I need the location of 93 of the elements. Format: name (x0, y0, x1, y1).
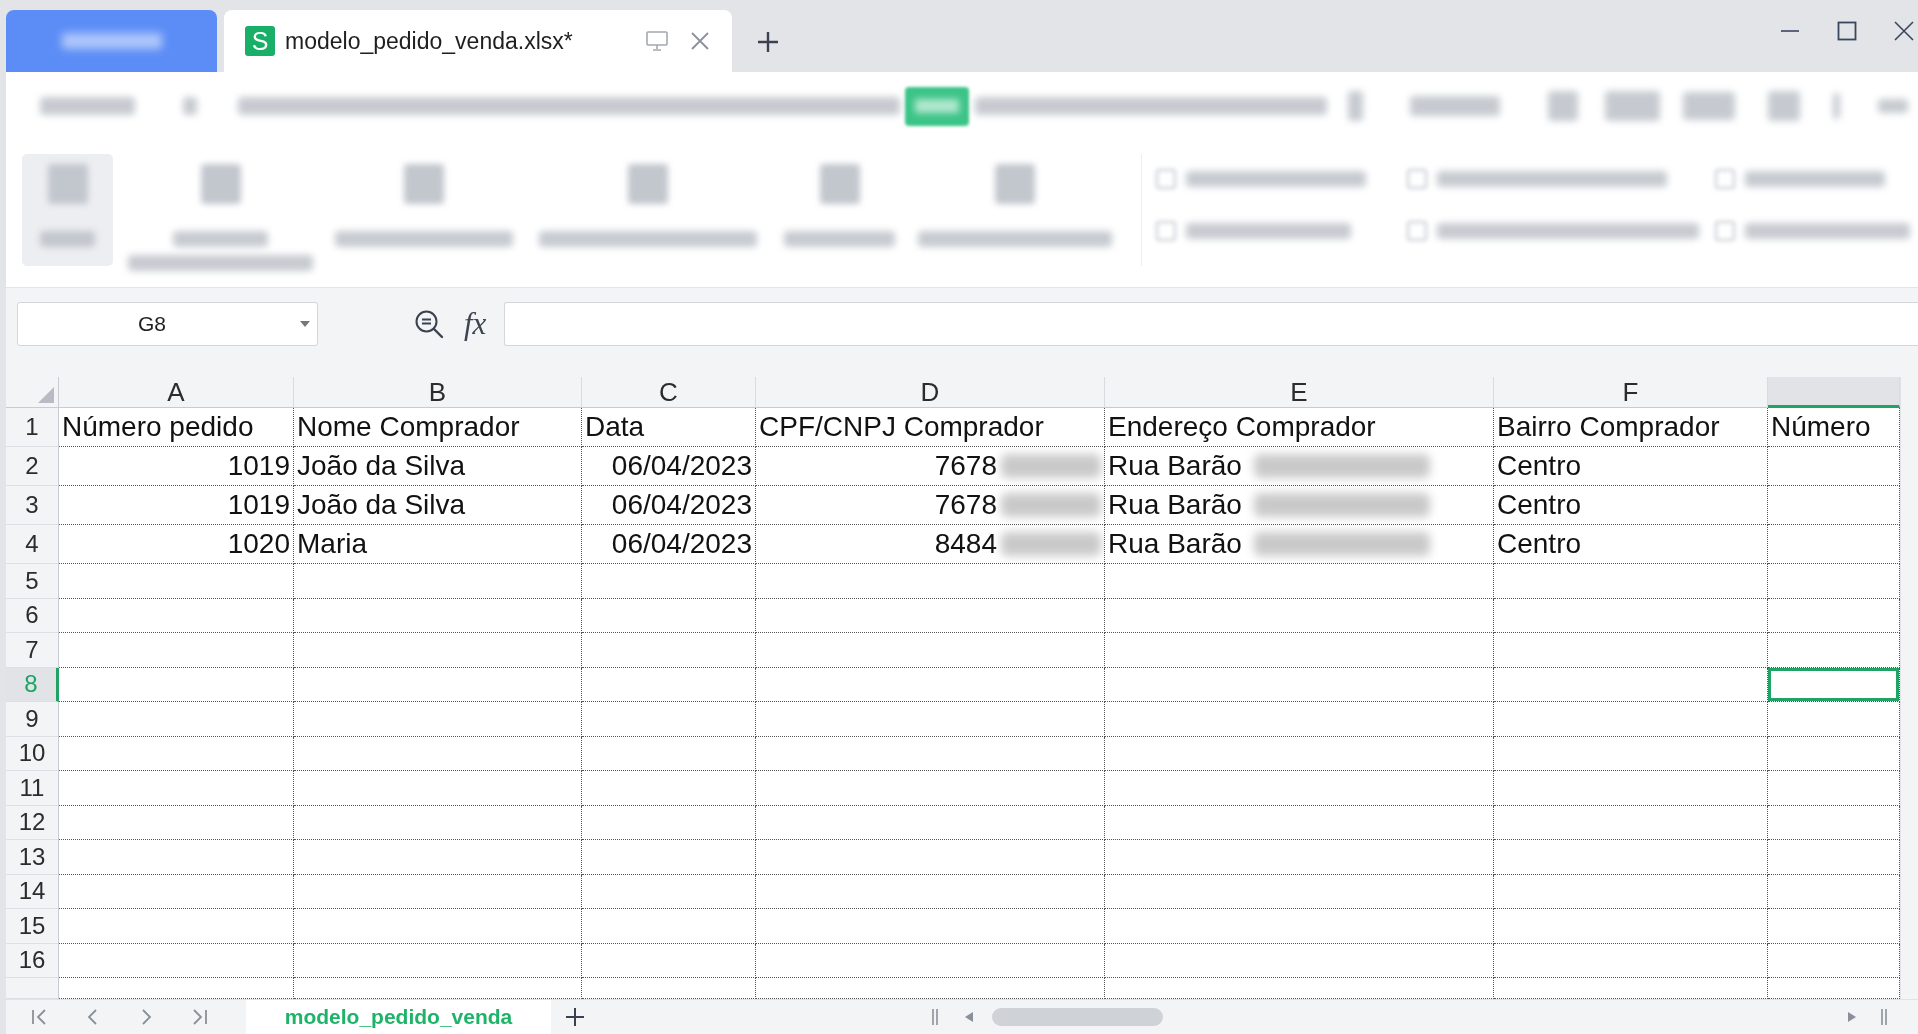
row-header[interactable]: 11 (6, 771, 59, 806)
splitter-icon[interactable] (1879, 1008, 1889, 1026)
table-cell: 1020 (59, 525, 294, 564)
blurred-tab[interactable] (905, 86, 969, 126)
triangle-right-icon[interactable] (1848, 1012, 1856, 1022)
row-header[interactable]: 5 (6, 564, 59, 599)
blurred-icon (1407, 169, 1427, 189)
blurred-icon (1768, 91, 1800, 121)
blurred-icon (1683, 92, 1735, 120)
column-header[interactable]: A (59, 377, 294, 408)
close-icon[interactable] (690, 31, 710, 51)
plus-icon[interactable] (757, 31, 779, 53)
blurred-icon (1548, 91, 1578, 121)
blurred-icon (628, 164, 668, 204)
table-cell: Centro (1494, 525, 1768, 564)
table-cell: Maria (294, 525, 582, 564)
row-header[interactable]: 4 (6, 525, 59, 564)
select-all-icon[interactable] (38, 387, 54, 403)
table-cell: 1019 (59, 486, 294, 525)
row-header[interactable]: 2 (6, 447, 59, 486)
table-cell: 06/04/2023 (582, 486, 756, 525)
table-cell: João da Silva (294, 486, 582, 525)
blurred-icon (1715, 169, 1735, 189)
splitter-icon[interactable] (930, 1008, 940, 1026)
blurred-icon (200, 164, 241, 204)
blurred-icon (1715, 221, 1735, 241)
triangle-left-icon[interactable] (965, 1012, 973, 1022)
row-header[interactable]: 13 (6, 840, 59, 875)
cell-text: 7678 (934, 450, 997, 482)
cell-text: 7678 (934, 489, 997, 521)
blurred-icon (47, 164, 88, 204)
row-header[interactable]: 1 (6, 408, 59, 447)
blurred-icon (1348, 91, 1363, 121)
table-cell: 06/04/2023 (582, 525, 756, 564)
column-header[interactable] (1768, 377, 1900, 408)
tab-title: modelo_pedido_venda.xlsx* (285, 27, 574, 55)
name-box[interactable]: G8 (17, 302, 318, 346)
cell-text: Rua Barão (1108, 489, 1242, 521)
table-cell: Bairro Comprador (1494, 408, 1768, 447)
table-cell: Centro (1494, 486, 1768, 525)
caret-icon[interactable] (300, 321, 310, 327)
blurred-icon (995, 164, 1035, 204)
cell-text: 8484 (934, 528, 997, 560)
column-header[interactable]: D (756, 377, 1105, 408)
row-header[interactable]: 3 (6, 486, 59, 525)
table-cell: Centro (1494, 447, 1768, 486)
table-cell: Endereço Comprador (1105, 408, 1494, 447)
row-header[interactable]: 10 (6, 736, 59, 771)
table-cell: Nome Comprador (294, 408, 582, 447)
blurred-icon (404, 164, 444, 204)
monitor-icon[interactable] (646, 31, 668, 51)
table-cell: CPF/CNPJ Comprador (756, 408, 1105, 447)
scrollbar-thumb[interactable] (992, 1008, 1163, 1026)
table-cell: Número pedido (59, 408, 294, 447)
row-header[interactable]: 16 (6, 943, 59, 978)
blurred-icon (1407, 221, 1427, 241)
row-header[interactable]: 15 (6, 909, 59, 944)
table-cell: João da Silva (294, 447, 582, 486)
blurred-icon (1833, 93, 1840, 119)
spreadsheet-icon: S (245, 26, 275, 56)
blurred-icon (1156, 169, 1176, 189)
column-header[interactable]: B (294, 377, 582, 408)
document-tab[interactable]: S modelo_pedido_venda.xlsx* (224, 10, 732, 72)
column-header[interactable]: F (1494, 377, 1768, 408)
table-cell: 06/04/2023 (582, 447, 756, 486)
column-header[interactable]: E (1105, 377, 1494, 408)
row-header[interactable]: 12 (6, 805, 59, 840)
close-icon[interactable] (1894, 21, 1914, 41)
blurred-ribbon-button[interactable] (22, 154, 113, 266)
blurred-icon (1156, 221, 1176, 241)
blurred-icon (819, 164, 860, 204)
blurred-icon (183, 97, 197, 115)
row-header[interactable]: 7 (6, 633, 59, 668)
row-header[interactable]: 9 (6, 702, 59, 737)
skip-left-icon[interactable] (31, 1008, 49, 1026)
table-cell: Data (582, 408, 756, 447)
cell-text: Rua Barão (1108, 528, 1242, 560)
app-tab[interactable] (6, 10, 217, 72)
table-cell: Número (1768, 408, 1900, 447)
row-header[interactable]: 6 (6, 598, 59, 633)
plus-icon[interactable] (565, 1007, 585, 1027)
column-header[interactable]: C (582, 377, 756, 408)
row-header[interactable]: 14 (6, 874, 59, 909)
maximize-icon[interactable] (1837, 21, 1857, 41)
blurred-icon (1605, 91, 1660, 121)
formula-input[interactable] (504, 302, 1918, 346)
blurred-icon (1878, 99, 1908, 113)
cell-text: Rua Barão (1108, 450, 1242, 482)
blurred-label (40, 231, 95, 247)
table-cell: 1019 (59, 447, 294, 486)
function-button[interactable]: fx (464, 306, 487, 342)
skip-right-icon[interactable] (190, 1008, 208, 1026)
zoom-icon[interactable] (414, 309, 444, 339)
